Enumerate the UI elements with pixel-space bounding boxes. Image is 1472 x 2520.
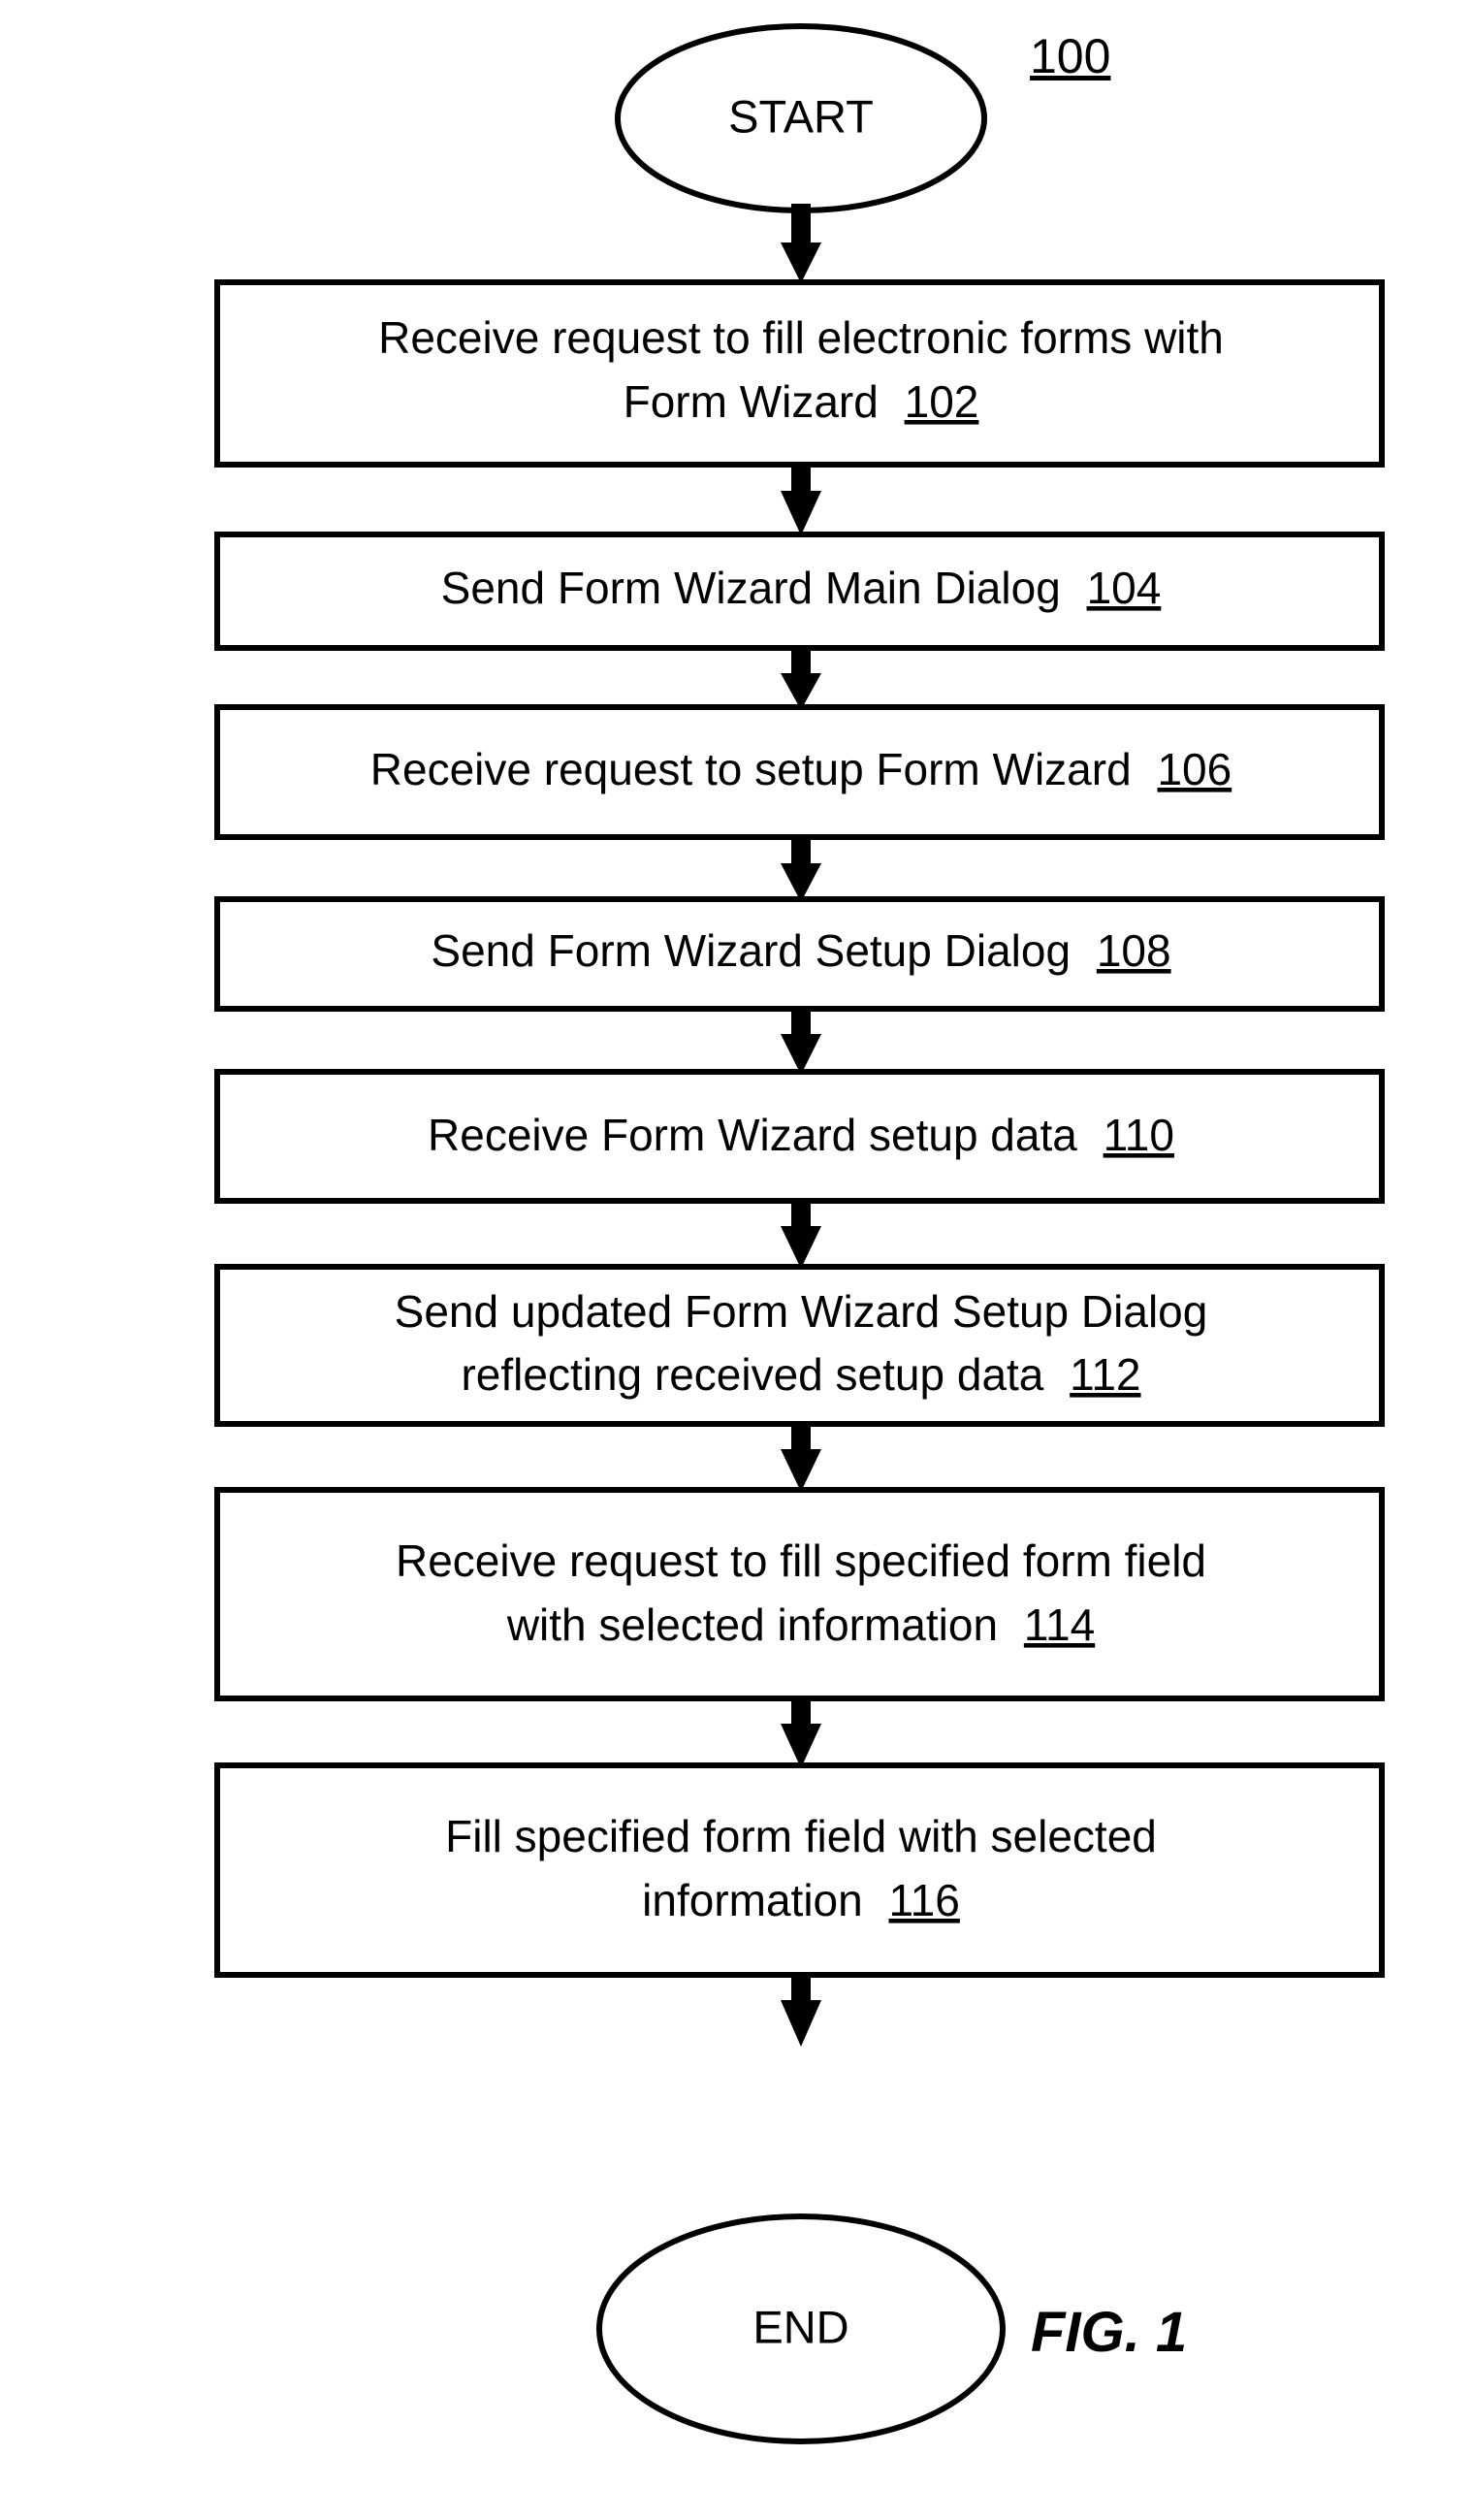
process-box-104-line-1: Send Form Wizard Main Dialog 104 — [441, 563, 1162, 613]
process-box-114-line-2-text: with selected information — [506, 1599, 998, 1650]
process-box-114-ref: 114 — [1024, 1599, 1095, 1650]
process-box-116-line-2: information 116 — [642, 1875, 960, 1925]
arrow-112-to-114 — [781, 1421, 821, 1492]
process-box-110-line-1: Receive Form Wizard setup data 110 — [428, 1110, 1174, 1160]
end-terminator-label: END — [752, 2301, 848, 2352]
process-box-102-line-1: Receive request to fill electronic forms… — [378, 312, 1224, 363]
process-box-102-line-2: Form Wizard 102 — [624, 376, 979, 427]
figure-reference-number: 100 — [1030, 29, 1110, 83]
process-box-102-line-2-text: Form Wizard — [624, 376, 879, 427]
arrow-108-to-110 — [781, 1006, 821, 1075]
process-box-116-line-2-text: information — [642, 1875, 863, 1925]
process-box-116-ref: 116 — [889, 1875, 960, 1925]
process-box-110-ref: 110 — [1104, 1110, 1174, 1160]
process-box-112-line-2: reflecting received setup data 112 — [461, 1349, 1140, 1400]
process-box-104-ref: 104 — [1087, 563, 1162, 613]
process-box-102-ref: 102 — [905, 376, 979, 427]
process-box-116-line-1: Fill specified form field with selected — [445, 1811, 1157, 1861]
process-box-104-line-1-text: Send Form Wizard Main Dialog — [441, 563, 1061, 613]
flowchart-canvas: START 100 Receive request to fill electr… — [214, 23, 1385, 2444]
start-terminator-label: START — [728, 90, 874, 142]
process-box-114-line-2: with selected information 114 — [506, 1599, 1095, 1650]
process-box-102 — [214, 279, 1385, 468]
process-box-110-line-1-text: Receive Form Wizard setup data — [428, 1110, 1077, 1160]
process-box-106-line-1-text: Receive request to setup Form Wizard — [370, 744, 1132, 794]
arrow-110-to-112 — [781, 1198, 821, 1269]
process-box-108-ref: 108 — [1097, 925, 1171, 976]
process-box-112-ref: 112 — [1070, 1349, 1140, 1400]
arrow-116-to-end — [781, 1972, 821, 2047]
arrow-start-to-102 — [781, 204, 821, 283]
arrow-102-to-104 — [781, 462, 821, 535]
process-box-116 — [214, 1762, 1385, 1978]
process-box-114-line-1: Receive request to fill specified form f… — [396, 1535, 1206, 1586]
process-box-108-line-1-text: Send Form Wizard Setup Dialog — [431, 925, 1071, 976]
process-box-112-line-2-text: reflecting received setup data — [461, 1349, 1043, 1400]
process-box-112-line-1: Send updated Form Wizard Setup Dialog — [395, 1286, 1208, 1337]
patent-figure: START 100 Receive request to fill electr… — [0, 0, 1472, 2520]
process-box-114 — [214, 1487, 1385, 1701]
arrow-104-to-106 — [781, 645, 821, 710]
process-box-106-ref: 106 — [1157, 744, 1232, 794]
process-box-108-line-1: Send Form Wizard Setup Dialog 108 — [431, 925, 1170, 976]
arrow-106-to-108 — [781, 834, 821, 902]
arrow-114-to-116 — [781, 1696, 821, 1768]
process-box-106-line-1: Receive request to setup Form Wizard 106 — [370, 744, 1232, 794]
figure-caption: FIG. 1 — [1031, 2301, 1187, 2364]
